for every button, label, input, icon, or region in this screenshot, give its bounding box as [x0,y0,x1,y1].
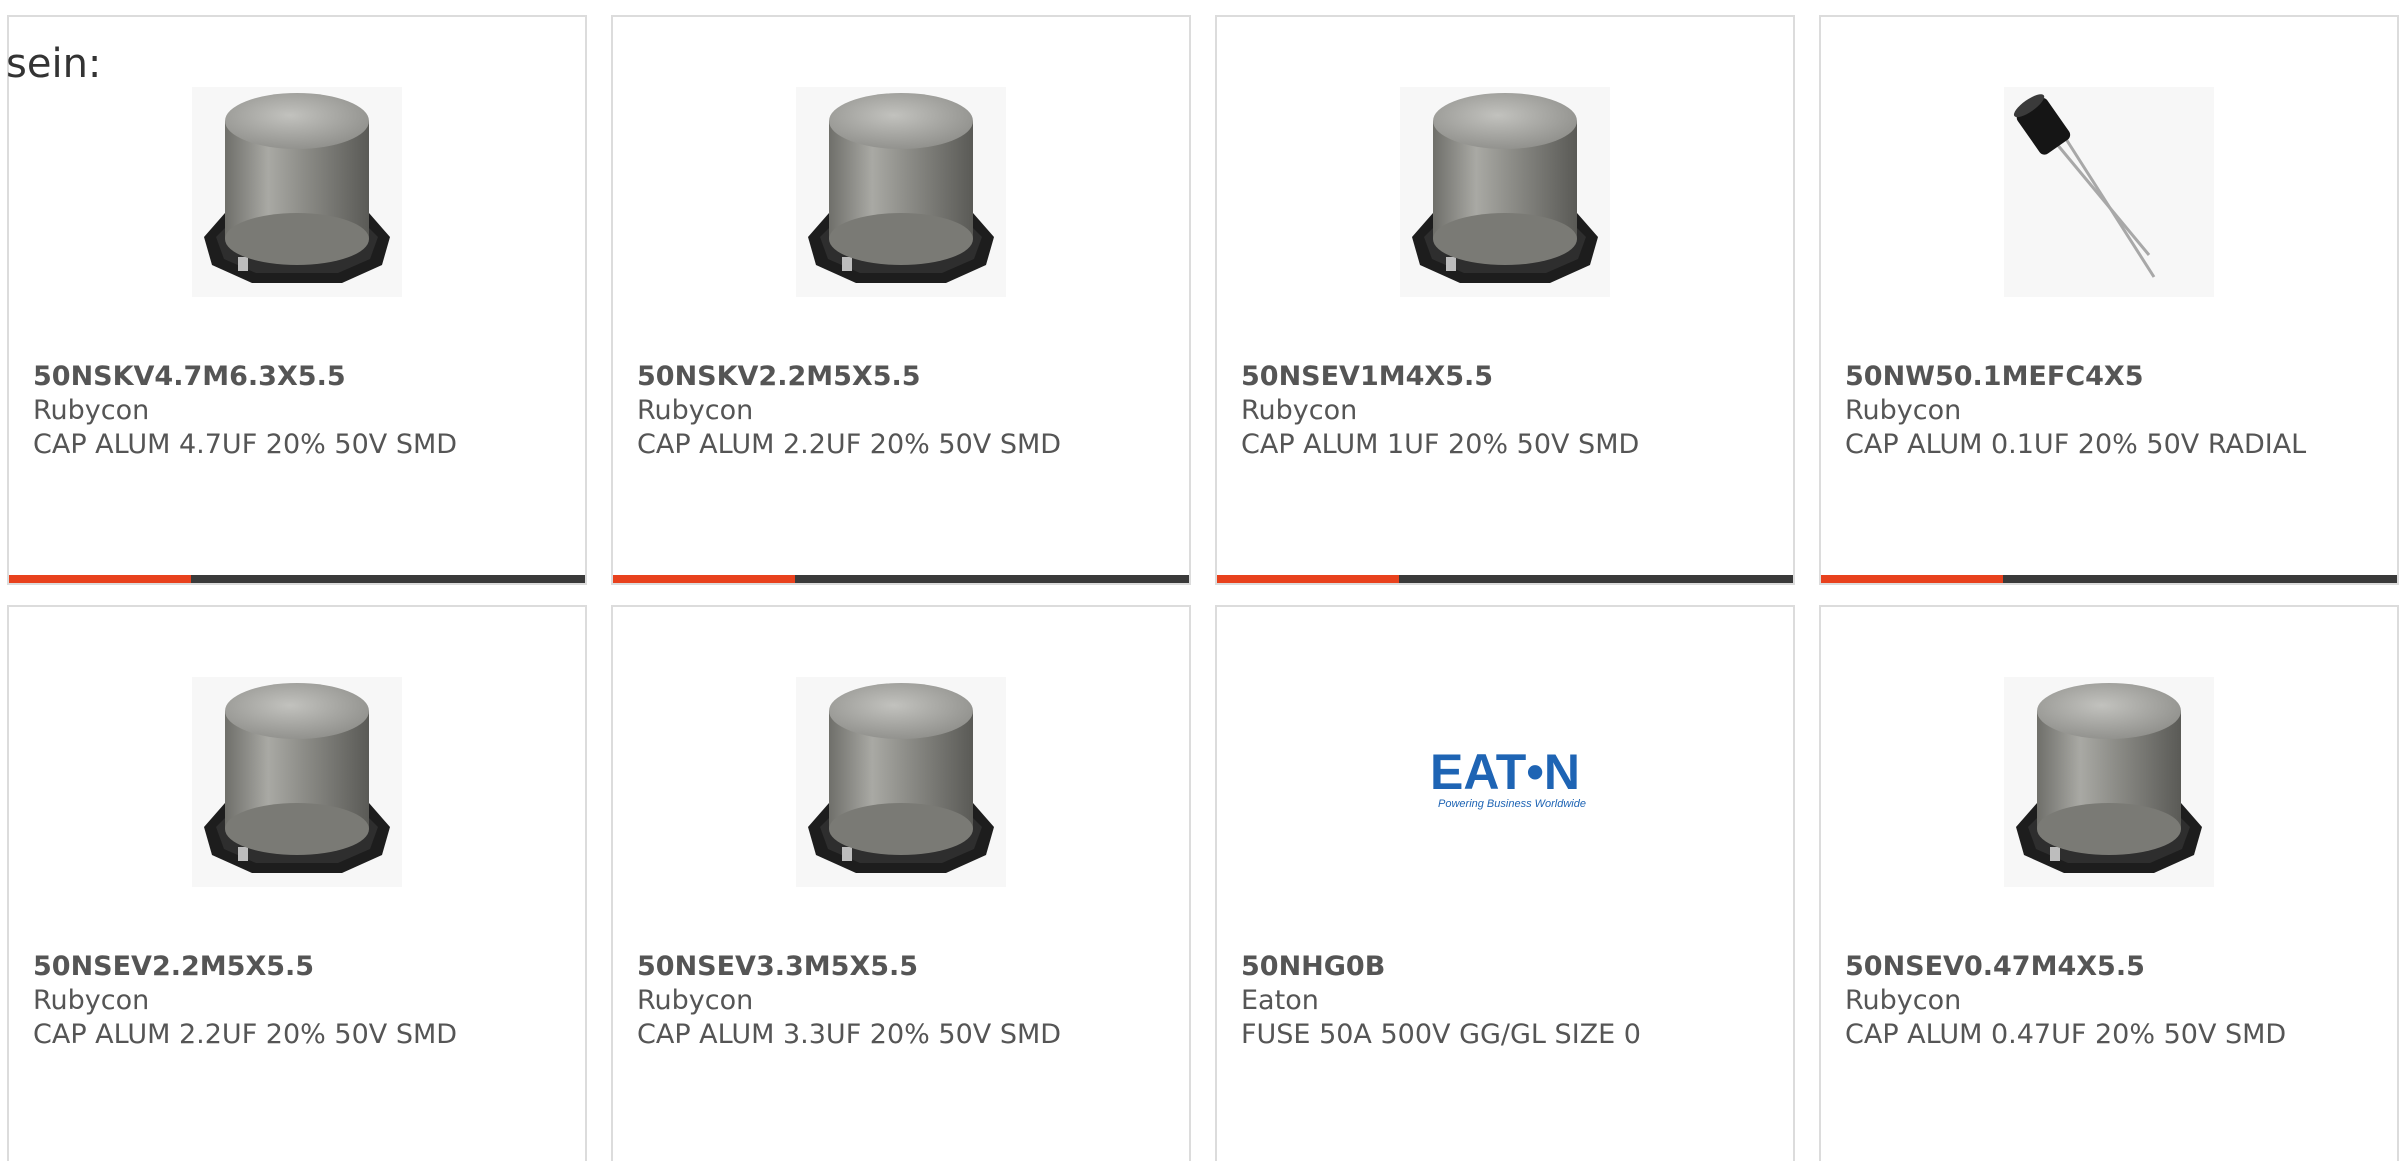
product-info: 50NSKV4.7M6.3X5.5 Rubycon CAP ALUM 4.7UF… [33,360,565,462]
product-info: 50NSEV0.47M4X5.5 Rubycon CAP ALUM 0.47UF… [1845,950,2377,1052]
product-card[interactable]: 50NSKV4.7M6.3X5.5 Rubycon CAP ALUM 4.7UF… [7,15,587,585]
manufacturer-label: Rubycon [33,985,150,1016]
product-info: 50NHG0B Eaton FUSE 50A 500V GG/GL SIZE 0 [1241,950,1773,1052]
radial-capacitor-image[interactable] [2004,87,2214,297]
product-grid-page: sein: 50NSKV4.7M6.3X5.5 Rubycon CAP ALUM… [0,0,2400,1161]
description-label: CAP ALUM 1UF 20% 50V SMD [1241,429,1640,460]
part-number-link[interactable]: 50NSEV1M4X5.5 [1241,360,1773,394]
manufacturer-label: Eaton [1241,985,1319,1016]
part-number-link[interactable]: 50NSEV2.2M5X5.5 [33,950,565,984]
product-info: 50NSEV3.3M5X5.5 Rubycon CAP ALUM 3.3UF 2… [637,950,1169,1052]
description-label: CAP ALUM 0.1UF 20% 50V RADIAL [1845,429,2307,460]
product-card[interactable]: 50NSEV0.47M4X5.5 Rubycon CAP ALUM 0.47UF… [1819,605,2399,1161]
card-footer-bar [9,575,585,583]
product-card[interactable]: 50NSEV3.3M5X5.5 Rubycon CAP ALUM 3.3UF 2… [611,605,1191,1161]
description-label: CAP ALUM 2.2UF 20% 50V SMD [637,429,1062,460]
part-number-link[interactable]: 50NSEV3.3M5X5.5 [637,950,1169,984]
smd-capacitor-image[interactable] [796,677,1006,887]
product-info: 50NSEV2.2M5X5.5 Rubycon CAP ALUM 2.2UF 2… [33,950,565,1052]
description-label: FUSE 50A 500V GG/GL SIZE 0 [1241,1019,1641,1050]
smd-capacitor-image[interactable] [192,87,402,297]
card-footer-bar [1821,575,2397,583]
product-info: 50NSKV2.2M5X5.5 Rubycon CAP ALUM 2.2UF 2… [637,360,1169,462]
smd-capacitor-image[interactable] [796,87,1006,297]
description-label: CAP ALUM 2.2UF 20% 50V SMD [33,1019,458,1050]
description-label: CAP ALUM 4.7UF 20% 50V SMD [33,429,458,460]
part-number-link[interactable]: 50NSKV4.7M6.3X5.5 [33,360,565,394]
product-card[interactable]: EAT•N Powering Business Worldwide 50NHG0… [1215,605,1795,1161]
accent-bar [1217,575,1399,583]
accent-bar [9,575,191,583]
accent-bar [1821,575,2003,583]
eaton-logo-text: EAT•N [1430,744,1580,800]
smd-capacitor-image[interactable] [192,677,402,887]
product-card[interactable]: 50NSEV2.2M5X5.5 Rubycon CAP ALUM 2.2UF 2… [7,605,587,1161]
manufacturer-label: Rubycon [637,985,754,1016]
manufacturer-label: Rubycon [1845,395,1962,426]
product-card[interactable]: 50NSKV2.2M5X5.5 Rubycon CAP ALUM 2.2UF 2… [611,15,1191,585]
eaton-logo-tagline: Powering Business Worldwide [1438,798,1586,810]
smd-capacitor-image[interactable] [2004,677,2214,887]
part-number-link[interactable]: 50NSEV0.47M4X5.5 [1845,950,2377,984]
product-info: 50NSEV1M4X5.5 Rubycon CAP ALUM 1UF 20% 5… [1241,360,1773,462]
product-card[interactable]: 50NSEV1M4X5.5 Rubycon CAP ALUM 1UF 20% 5… [1215,15,1795,585]
smd-capacitor-image[interactable] [1400,87,1610,297]
card-footer-bar [613,575,1189,583]
manufacturer-label: Rubycon [1845,985,1962,1016]
description-label: CAP ALUM 3.3UF 20% 50V SMD [637,1019,1062,1050]
eaton-logo[interactable]: EAT•N Powering Business Worldwide [1400,677,1610,887]
card-footer-bar [1217,575,1793,583]
description-label: CAP ALUM 0.47UF 20% 50V SMD [1845,1019,2287,1050]
product-card[interactable]: 50NW50.1MEFC4X5 Rubycon CAP ALUM 0.1UF 2… [1819,15,2399,585]
part-number-link[interactable]: 50NHG0B [1241,950,1773,984]
manufacturer-label: Rubycon [1241,395,1358,426]
product-info: 50NW50.1MEFC4X5 Rubycon CAP ALUM 0.1UF 2… [1845,360,2377,462]
accent-bar [613,575,795,583]
manufacturer-label: Rubycon [33,395,150,426]
part-number-link[interactable]: 50NSKV2.2M5X5.5 [637,360,1169,394]
intro-text: sein: [6,41,102,87]
part-number-link[interactable]: 50NW50.1MEFC4X5 [1845,360,2377,394]
manufacturer-label: Rubycon [637,395,754,426]
